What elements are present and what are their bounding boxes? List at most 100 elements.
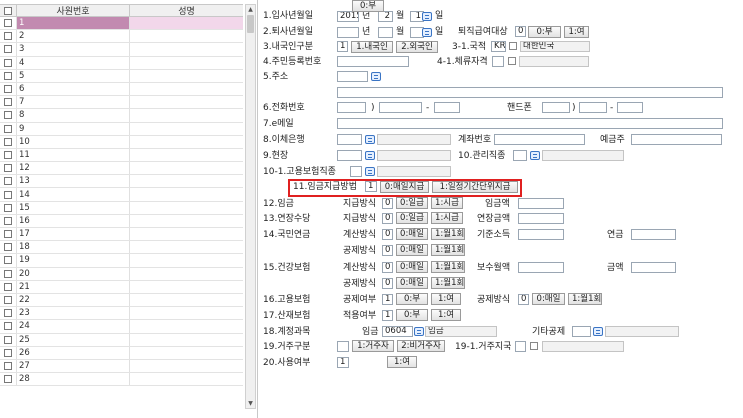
table-row[interactable]: 23	[0, 307, 243, 321]
row-name-cell[interactable]	[130, 215, 243, 227]
table-row[interactable]: 25	[0, 333, 243, 347]
row-checkbox[interactable]	[4, 190, 12, 199]
table-row[interactable]: 14	[0, 188, 243, 202]
pension-deduct-input[interactable]: 0	[382, 245, 393, 256]
retirement-no-button[interactable]: 0:부	[528, 26, 561, 38]
row-checkbox-cell[interactable]	[0, 56, 17, 69]
calendar-icon[interactable]	[422, 12, 432, 21]
row-number-cell[interactable]: 5	[17, 69, 130, 82]
table-row[interactable]: 9	[0, 122, 243, 136]
row-checkbox[interactable]	[4, 243, 12, 252]
row-name-cell[interactable]	[130, 17, 243, 30]
period-payment-button[interactable]: 1:일정기간단위지급	[432, 181, 518, 193]
health-deduct-monthly-button[interactable]: 1:월1회	[431, 277, 465, 289]
row-checkbox[interactable]	[4, 348, 12, 357]
table-row[interactable]: 13	[0, 175, 243, 189]
row-number-cell[interactable]: 11	[17, 148, 130, 162]
row-name-cell[interactable]	[130, 30, 243, 42]
row-name-cell[interactable]	[130, 175, 243, 187]
industrial-apply-input[interactable]: 1	[382, 310, 393, 321]
row-number-cell[interactable]: 23	[17, 307, 130, 320]
table-row[interactable]: 6	[0, 82, 243, 97]
hire-year-input[interactable]: 2015	[337, 11, 359, 22]
row-number-cell[interactable]: 1	[17, 17, 130, 30]
table-row[interactable]: 28	[0, 373, 243, 387]
grid-scrollbar[interactable]: ▲ ▼	[245, 4, 256, 409]
row-name-cell[interactable]	[130, 320, 243, 332]
wage-method-input[interactable]: 0	[382, 198, 393, 209]
row-name-cell[interactable]	[130, 268, 243, 280]
usage-yes-button[interactable]: 1:여	[387, 356, 417, 368]
stay-status-checkbox[interactable]	[508, 57, 516, 65]
row-checkbox[interactable]	[4, 203, 12, 212]
row-number-cell[interactable]: 18	[17, 241, 130, 254]
residence-type-input[interactable]	[337, 341, 349, 352]
wage-account-lookup-icon[interactable]	[414, 327, 424, 336]
site-code-input[interactable]	[337, 150, 362, 161]
row-name-cell[interactable]	[130, 360, 243, 372]
other-deduction-lookup-icon[interactable]	[593, 327, 603, 336]
row-name-cell[interactable]	[130, 347, 243, 359]
row-checkbox-cell[interactable]	[0, 280, 17, 293]
table-row[interactable]: 20	[0, 267, 243, 281]
mobile-last-input[interactable]	[617, 102, 643, 113]
zip-code-input[interactable]	[337, 71, 368, 82]
mobile-first-input[interactable]	[542, 102, 570, 113]
table-row[interactable]: 15	[0, 201, 243, 215]
row-checkbox-cell[interactable]	[0, 333, 17, 346]
row-name-cell[interactable]	[130, 123, 243, 135]
row-number-cell[interactable]: 26	[17, 346, 130, 359]
industrial-apply-no-button[interactable]: 0:부	[396, 309, 428, 321]
row-checkbox-cell[interactable]	[0, 228, 17, 241]
row-number-cell[interactable]: 3	[17, 43, 130, 56]
employment-method-monthly-button[interactable]: 1:월1회	[568, 293, 602, 305]
row-number-cell[interactable]: 27	[17, 359, 130, 373]
nationality-lookup-checkbox[interactable]	[509, 42, 517, 50]
table-row[interactable]: 5	[0, 69, 243, 83]
row-checkbox-cell[interactable]	[0, 175, 17, 188]
table-row[interactable]: 18	[0, 241, 243, 255]
select-all-checkbox[interactable]	[4, 6, 12, 15]
row-checkbox[interactable]	[4, 164, 12, 173]
overtime-method-input[interactable]: 0	[382, 213, 393, 224]
bank-code-input[interactable]	[337, 134, 362, 145]
table-row[interactable]: 22	[0, 293, 243, 308]
account-no-input[interactable]	[494, 134, 585, 145]
row-checkbox-cell[interactable]	[0, 69, 17, 82]
resign-year-input[interactable]	[337, 27, 359, 38]
row-name-cell[interactable]	[130, 109, 243, 121]
scroll-up-arrow-icon[interactable]: ▲	[246, 5, 255, 14]
email-input[interactable]	[337, 118, 723, 129]
row-checkbox[interactable]	[4, 19, 12, 28]
row-number-cell[interactable]: 4	[17, 56, 130, 69]
stay-status-input[interactable]	[492, 56, 504, 67]
pension-base-income-input[interactable]	[518, 229, 564, 240]
health-calc-daily-button[interactable]: 0:매일	[396, 261, 428, 273]
residence-country-code-input[interactable]	[515, 341, 526, 352]
row-number-cell[interactable]: 2	[17, 30, 130, 43]
row-number-cell[interactable]: 19	[17, 254, 130, 267]
row-checkbox-cell[interactable]	[0, 267, 17, 280]
wage-amount-input[interactable]	[518, 198, 564, 209]
row-checkbox-cell[interactable]	[0, 359, 17, 373]
row-checkbox-cell[interactable]	[0, 373, 17, 386]
select-all-checkbox-cell[interactable]	[0, 5, 17, 16]
resident-no-input[interactable]	[337, 56, 409, 67]
residence-country-checkbox[interactable]	[530, 342, 538, 350]
row-checkbox-cell[interactable]	[0, 241, 17, 254]
row-checkbox-cell[interactable]	[0, 17, 17, 30]
row-checkbox-cell[interactable]	[0, 30, 17, 43]
row-checkbox[interactable]	[4, 335, 12, 344]
row-checkbox-cell[interactable]	[0, 320, 17, 333]
nationality-type-input[interactable]: 1	[337, 41, 348, 52]
row-number-cell[interactable]: 16	[17, 214, 130, 227]
scroll-thumb[interactable]	[247, 15, 254, 33]
row-name-cell[interactable]	[130, 43, 243, 55]
row-number-cell[interactable]: 22	[17, 293, 130, 307]
row-checkbox-cell[interactable]	[0, 214, 17, 227]
row-checkbox-cell[interactable]	[0, 162, 17, 175]
retirement-target-input[interactable]: 0	[515, 26, 526, 37]
overtime-daily-button[interactable]: 0:일급	[396, 212, 428, 224]
table-row[interactable]: 27	[0, 359, 243, 374]
address-detail-input[interactable]	[337, 87, 723, 98]
